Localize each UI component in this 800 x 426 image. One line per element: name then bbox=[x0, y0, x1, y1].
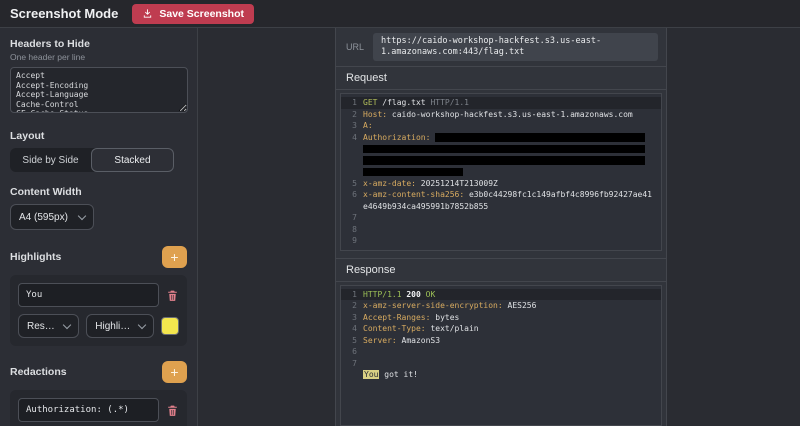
code-line: 5Server: AmazonS3 bbox=[341, 335, 661, 347]
redaction-block bbox=[363, 145, 645, 154]
line-number: 6 bbox=[345, 189, 357, 212]
chevron-down-icon bbox=[63, 320, 71, 328]
line-number: 1 bbox=[345, 97, 357, 109]
code-line: 1GET /flag.txt HTTP/1.1 bbox=[341, 97, 661, 109]
line-number: 4 bbox=[345, 132, 357, 144]
layout-option-side-by-side[interactable]: Side by Side bbox=[10, 148, 91, 172]
content-width-label: Content Width bbox=[10, 186, 187, 198]
plus-icon: + bbox=[170, 365, 178, 379]
layout-segmented-control: Side by Side Stacked bbox=[10, 148, 174, 172]
redaction-pattern-input[interactable] bbox=[18, 398, 159, 422]
layout-label: Layout bbox=[10, 130, 187, 142]
layout-option-stacked[interactable]: Stacked bbox=[91, 148, 174, 172]
url-label: URL bbox=[346, 42, 364, 52]
code-line: 2Host: caido-workshop-hackfest.s3.us-eas… bbox=[341, 109, 661, 121]
line-number: 8 bbox=[345, 224, 357, 236]
code-line: 1HTTP/1.1 200 OK bbox=[341, 289, 661, 301]
highlight-action-select[interactable]: Highlight bbox=[86, 314, 154, 338]
code-line: 3A: bbox=[341, 120, 661, 132]
url-row: URL https://caido-workshop-hackfest.s3.u… bbox=[336, 28, 666, 67]
trash-icon bbox=[166, 289, 179, 302]
highlight-rule-card: Respo... Highlight bbox=[10, 275, 187, 346]
code-line: 5x-amz-date: 20251214T213009Z bbox=[341, 178, 661, 190]
redaction-block bbox=[363, 156, 645, 165]
request-code: 1GET /flag.txt HTTP/1.12Host: caido-work… bbox=[340, 93, 662, 251]
download-icon bbox=[142, 8, 153, 19]
save-screenshot-label: Save Screenshot bbox=[159, 8, 244, 20]
headers-to-hide-textarea[interactable]: Accept Accept-Encoding Accept-Language C… bbox=[10, 67, 188, 113]
line-number bbox=[345, 143, 357, 155]
line-number: 2 bbox=[345, 300, 357, 312]
line-number: 5 bbox=[345, 178, 357, 190]
code-line bbox=[341, 143, 661, 155]
line-number bbox=[345, 155, 357, 167]
delete-redaction-button[interactable] bbox=[166, 404, 179, 417]
page-title: Screenshot Mode bbox=[10, 6, 118, 21]
code-line: 4Content-Type: text/plain bbox=[341, 323, 661, 335]
code-line: 9 bbox=[341, 235, 661, 247]
trash-icon bbox=[166, 404, 179, 417]
line-number: 4 bbox=[345, 323, 357, 335]
content-width-value: A4 (595px) bbox=[19, 212, 68, 223]
url-value: https://caido-workshop-hackfest.s3.us-ea… bbox=[373, 33, 658, 61]
save-screenshot-button[interactable]: Save Screenshot bbox=[132, 4, 254, 24]
screenshot-preview-panel: URL https://caido-workshop-hackfest.s3.u… bbox=[335, 28, 667, 426]
plus-icon: + bbox=[170, 250, 178, 264]
line-number: 6 bbox=[345, 346, 357, 358]
line-number: 7 bbox=[345, 358, 357, 370]
line-number: 9 bbox=[345, 235, 357, 247]
code-line bbox=[341, 155, 661, 167]
delete-highlight-button[interactable] bbox=[166, 289, 179, 302]
code-line: 3Accept-Ranges: bytes bbox=[341, 312, 661, 324]
line-number: 2 bbox=[345, 109, 357, 121]
code-line: You got it! bbox=[341, 369, 661, 381]
highlight-pattern-input[interactable] bbox=[18, 283, 159, 307]
content-width-select[interactable]: A4 (595px) bbox=[10, 204, 94, 230]
redaction-block bbox=[435, 133, 645, 142]
highlight-target-value: Respo... bbox=[27, 321, 58, 332]
chevron-down-icon bbox=[78, 211, 86, 219]
redaction-rule-card: Request Opaque bbox=[10, 390, 187, 426]
settings-sidebar: Headers to Hide One header per line Acce… bbox=[0, 28, 198, 426]
response-section-header: Response bbox=[336, 258, 666, 282]
code-line: 7 bbox=[341, 212, 661, 224]
highlight-target-select[interactable]: Respo... bbox=[18, 314, 79, 338]
top-bar: Screenshot Mode Save Screenshot bbox=[0, 0, 800, 28]
redactions-label: Redactions bbox=[10, 366, 67, 378]
line-number: 3 bbox=[345, 312, 357, 324]
main-area: URL https://caido-workshop-hackfest.s3.u… bbox=[198, 28, 800, 426]
line-number: 1 bbox=[345, 289, 357, 301]
headers-to-hide-label: Headers to Hide bbox=[10, 38, 187, 50]
highlight-color-swatch[interactable] bbox=[161, 317, 179, 335]
redaction-block bbox=[363, 168, 463, 177]
code-line: 8 bbox=[341, 224, 661, 236]
line-number: 5 bbox=[345, 335, 357, 347]
response-code: 1HTTP/1.1 200 OK2x-amz-server-side-encry… bbox=[340, 285, 662, 426]
code-line: 6 bbox=[341, 346, 661, 358]
highlights-label: Highlights bbox=[10, 251, 61, 263]
code-line: 7 bbox=[341, 358, 661, 370]
chevron-down-icon bbox=[138, 320, 146, 328]
code-line bbox=[341, 166, 661, 178]
line-number: 7 bbox=[345, 212, 357, 224]
line-number bbox=[345, 166, 357, 178]
code-line: 4Authorization: bbox=[341, 132, 661, 144]
line-number: 3 bbox=[345, 120, 357, 132]
screenshot-mode-app: Screenshot Mode Save Screenshot Headers … bbox=[0, 0, 800, 426]
code-line: 2x-amz-server-side-encryption: AES256 bbox=[341, 300, 661, 312]
request-section-header: Request bbox=[336, 67, 666, 90]
add-highlight-button[interactable]: + bbox=[162, 246, 187, 268]
add-redaction-button[interactable]: + bbox=[162, 361, 187, 383]
highlight-action-value: Highlight bbox=[95, 321, 133, 332]
headers-to-hide-sublabel: One header per line bbox=[10, 52, 187, 62]
code-line: 6x-amz-content-sha256: e3b0c44298fc1c149… bbox=[341, 189, 661, 212]
line-number bbox=[345, 369, 357, 381]
